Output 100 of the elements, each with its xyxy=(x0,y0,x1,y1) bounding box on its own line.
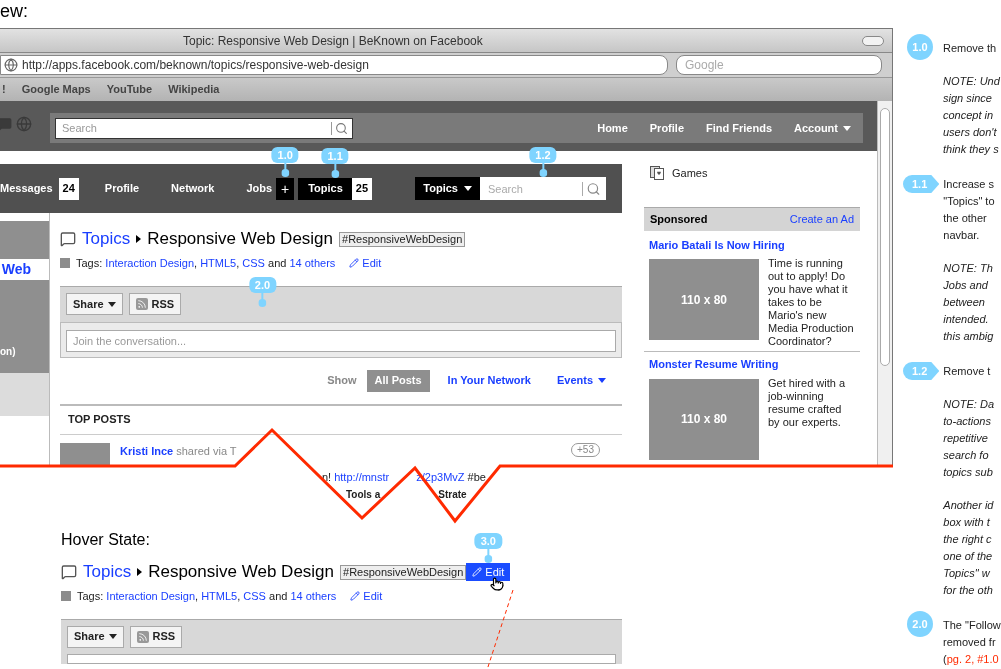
post-text: Tools a xyxy=(346,487,381,502)
caret-icon xyxy=(464,186,472,191)
playing-cards-icon xyxy=(650,166,664,181)
breadcrumb-arrow-icon xyxy=(137,568,143,576)
callout-label: 1.2 xyxy=(529,147,557,163)
more-tags-link[interactable]: 14 others xyxy=(290,590,337,602)
breadcrumb-link[interactable]: Topics xyxy=(83,562,132,582)
ad-title[interactable]: Mario Batali Is Now Hiring xyxy=(649,236,855,253)
annotation-text: Remove t xyxy=(943,364,992,379)
post-text: #be xyxy=(467,470,486,485)
post-header: Kristi Ince shared via T xyxy=(120,443,237,459)
edit-tags-link[interactable]: Edit xyxy=(350,588,383,605)
caret-icon xyxy=(107,301,116,307)
create-ad-link[interactable]: Create an Ad xyxy=(789,210,854,228)
caret-icon xyxy=(598,378,606,383)
note-text: Another id box with t the right c one of the Topics" w for the oth xyxy=(943,498,995,598)
callout-label: 1.0 xyxy=(907,34,933,60)
annotation-text: The "Follow removed fr xyxy=(943,618,1001,650)
page-heading: ew: xyxy=(0,0,28,22)
sponsored-header: Sponsored Create an Ad xyxy=(644,206,860,231)
filter-tab[interactable]: Events xyxy=(548,369,614,392)
section-title: TOP POSTS xyxy=(68,412,131,428)
caret-icon xyxy=(843,125,851,131)
pencil-icon xyxy=(349,258,360,269)
callout-label: 2.0 xyxy=(248,276,277,293)
url-field[interactable]: http://apps.facebook.com/beknown/topics/responsive-web-design xyxy=(0,55,668,75)
image-size-label: 110 x 80 xyxy=(680,291,728,309)
nav-link[interactable]: Profile xyxy=(649,119,684,137)
callout-pin-drawing xyxy=(331,163,340,178)
tag-link[interactable]: CSS xyxy=(243,590,266,602)
callout-label: 3.0 xyxy=(474,533,502,549)
rss-button[interactable]: RSS xyxy=(129,625,183,648)
rss-button[interactable]: RSS xyxy=(128,293,182,315)
ad-text: Time is running out to apply! Do you have what it takes to be Mario's new Media Production Coordinator? xyxy=(768,257,855,348)
post-link[interactable]: http://mnstr xyxy=(334,469,390,486)
reference-link[interactable]: pg. 2, #1.0 xyxy=(946,653,999,665)
tags-line: Tags: Interaction Design, HTML5, CSS and 14 others xyxy=(77,589,337,604)
ad-title[interactable]: Monster Resume Writing xyxy=(649,356,855,373)
share-button[interactable]: Share xyxy=(67,625,124,648)
avatar xyxy=(60,442,110,466)
pencil-icon xyxy=(472,567,483,577)
breadcrumb-arrow-icon xyxy=(136,235,142,243)
edit-button[interactable]: Edit xyxy=(466,563,511,581)
callout-pin-drawing xyxy=(258,292,267,307)
bookmark-link[interactable]: ! xyxy=(2,81,6,98)
speech-bubble-icon xyxy=(61,564,77,580)
callout-label: 1.1 xyxy=(903,175,940,193)
tag-link[interactable]: CSS xyxy=(242,257,265,269)
comment-field[interactable] xyxy=(67,653,616,664)
tag-square-icon xyxy=(61,591,71,602)
pencil-icon xyxy=(350,591,361,602)
globe-icon xyxy=(4,58,18,72)
tag-square-icon xyxy=(60,258,70,269)
nav-link[interactable]: Find Friends xyxy=(706,119,772,137)
nav-tab[interactable]: Topics xyxy=(298,177,352,200)
nav-tab[interactable]: Jobs xyxy=(246,177,279,200)
comment-field[interactable]: Join the conversation... xyxy=(66,329,616,352)
bookmark-link[interactable]: YouTube xyxy=(106,81,153,98)
chat-icon[interactable] xyxy=(0,117,12,131)
share-button[interactable]: Share xyxy=(66,293,123,315)
filter-tab[interactable]: In Your Network xyxy=(439,369,539,392)
globe-icon[interactable] xyxy=(16,116,32,132)
nav-tab[interactable]: Profile xyxy=(104,177,146,200)
callout-pin-drawing xyxy=(539,163,547,177)
search-field[interactable]: Search xyxy=(480,177,582,200)
breadcrumb-link[interactable]: Topics xyxy=(82,229,131,249)
games-link[interactable]: Games xyxy=(672,165,708,182)
filter-label: Show xyxy=(327,373,357,389)
add-button[interactable]: + xyxy=(276,177,295,200)
more-tags-link[interactable]: 14 others xyxy=(289,257,336,269)
search-scope-dropdown[interactable]: Topics xyxy=(415,177,480,200)
topic-title: Responsive Web Design xyxy=(147,229,334,249)
bookmark-link[interactable]: Wikipedia xyxy=(168,81,220,98)
nav-tab[interactable]: Network xyxy=(171,177,221,200)
author-link[interactable]: Kristi Ince xyxy=(120,444,174,457)
nav-link[interactable]: Home xyxy=(597,119,628,137)
hashtag: #ResponsiveWebDesign xyxy=(339,231,466,247)
note-text: NOTE: Da to-actions repetitive search fo topics sub xyxy=(943,397,995,480)
image-size-label: 110 x 80 xyxy=(680,411,728,428)
caret-icon xyxy=(108,634,117,639)
post-text: Strate xyxy=(438,487,467,502)
bookmark-link[interactable]: Google Maps xyxy=(21,81,91,98)
hand-cursor-icon xyxy=(490,576,505,592)
panel-footer xyxy=(0,373,49,416)
nav-link[interactable]: Account xyxy=(794,119,851,137)
note-text: NOTE: Und sign since concept in users don't think they s xyxy=(943,74,1000,157)
window-title: Topic: Responsive Web Design | BeKnown on Facebook xyxy=(183,32,483,50)
tags-line: Tags: Interaction Design, HTML5, CSS and 14 others xyxy=(76,256,336,271)
callout-pin-drawing xyxy=(281,162,290,177)
panel-title: Web xyxy=(0,259,49,280)
edit-tags-link[interactable]: Edit xyxy=(349,255,382,272)
nav-tab[interactable]: Messages xyxy=(0,177,59,200)
panel-note: on) xyxy=(0,345,16,359)
hashtag: #ResponsiveWebDesign xyxy=(340,564,467,580)
count-badge: 24 xyxy=(58,177,79,200)
callout-label: 2.0 xyxy=(907,611,933,637)
reference-line: (pg. 2, #1.0 xyxy=(943,652,1000,667)
search-field[interactable]: Google xyxy=(676,55,882,75)
annotation-text: Remove th xyxy=(943,41,998,56)
speech-bubble-icon xyxy=(60,231,76,247)
